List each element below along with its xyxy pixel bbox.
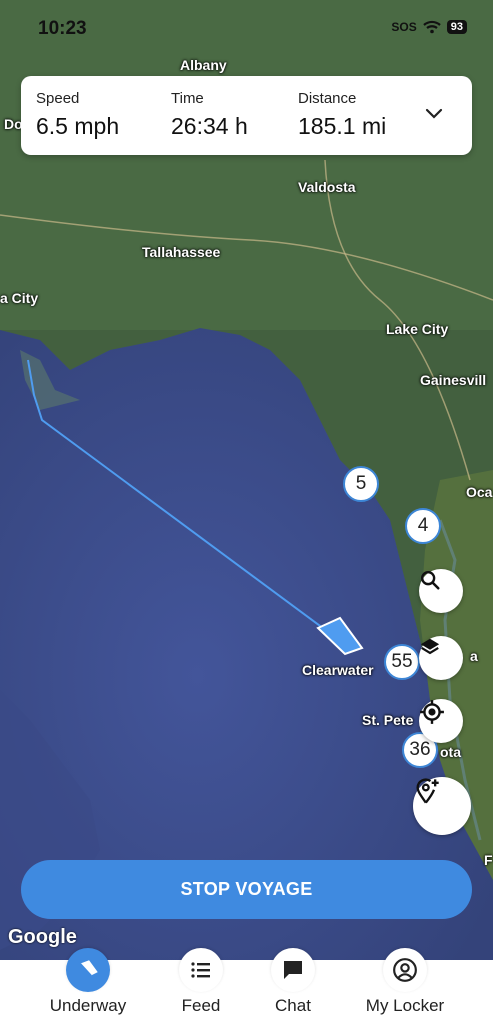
crosshair-icon [420,700,444,724]
time-label: Time [171,90,204,107]
place-label: a [470,648,478,664]
distance-stat: Distance 185.1 mi [298,90,386,140]
chat-icon [284,961,302,979]
place-label: Valdosta [298,179,356,195]
list-icon [191,962,210,978]
speed-value: 6.5 mph [36,113,120,139]
tab-chat[interactable]: Chat [243,948,343,1016]
battery-indicator: 93 [446,20,467,34]
distance-value: 185.1 mi [298,113,387,139]
waypoint-marker[interactable]: 55 [384,644,420,680]
tab-label: Feed [181,996,221,1015]
place-label: Albany [180,57,227,73]
status-bar: 10:23 SOS 93 [0,18,493,46]
add-location-icon [416,778,439,804]
place-label: Oca [466,484,493,500]
google-attribution: Google [8,926,77,948]
place-label: Do [4,116,23,132]
waypoint-marker[interactable]: 4 [405,508,441,544]
chevron-down-icon[interactable] [424,104,444,124]
speed-label: Speed [36,90,80,107]
speed-stat: Speed 6.5 mph [36,90,119,140]
place-label: St. Pete [362,712,414,728]
time-stat: Time 26:34 h [171,90,248,140]
place-label: a City [0,290,39,306]
time-value: 26:34 h [171,113,248,139]
add-pin-button[interactable] [413,777,471,835]
tab-my-locker[interactable]: My Locker [355,948,455,1016]
distance-label: Distance [298,90,357,107]
clock: 10:23 [38,18,87,39]
recenter-button[interactable] [419,699,463,743]
stop-voyage-button[interactable]: STOP VOYAGE [21,860,472,919]
user-icon [393,958,417,982]
tab-underway[interactable]: Underway [38,948,138,1016]
place-label: Tallahassee [142,244,221,260]
place-label: ota [440,744,461,760]
place-label: F [484,852,493,868]
tab-label: Underway [49,996,127,1015]
tab-feed[interactable]: Feed [151,948,251,1016]
bottom-tab-bar: Underway Feed Chat My Locker [0,948,493,1024]
place-label: Clearwater [302,662,374,678]
layers-icon [420,638,440,655]
layers-button[interactable] [419,636,463,680]
search-button[interactable] [419,569,463,613]
tab-label: Chat [275,996,311,1015]
boat-icon [79,960,98,976]
wifi-icon [423,20,441,34]
sos-indicator: SOS [391,20,417,34]
voyage-stats-panel[interactable]: Speed 6.5 mph Time 26:34 h Distance 185.… [21,76,472,155]
tab-label: My Locker [365,996,445,1015]
place-label: Gainesvill [420,372,487,388]
place-label: Lake City [386,321,449,337]
waypoint-marker[interactable]: 5 [343,466,379,502]
search-icon [421,571,440,590]
